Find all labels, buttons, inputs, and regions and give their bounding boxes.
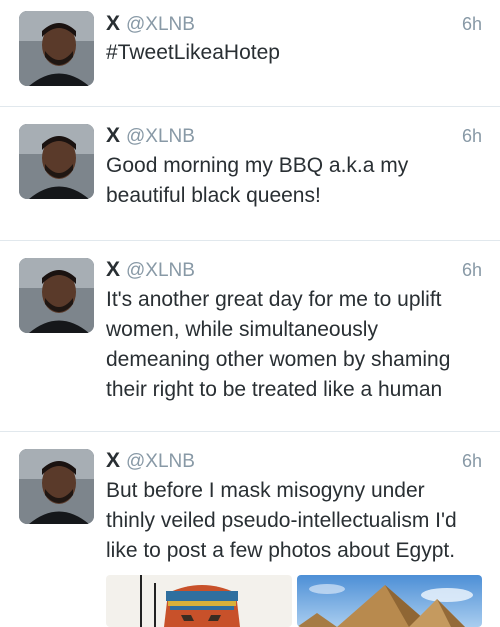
- avatar[interactable]: [19, 11, 94, 86]
- tweet-text: #TweetLikeaHotep: [106, 41, 280, 64]
- display-name[interactable]: X: [106, 258, 120, 281]
- tweet[interactable]: X @XLNB 6h It's another great day for me …: [0, 241, 500, 432]
- egyptian-figure-image[interactable]: [106, 575, 292, 627]
- username-handle[interactable]: @XLNB: [126, 260, 195, 281]
- display-name[interactable]: X: [106, 12, 120, 35]
- username-handle[interactable]: @XLNB: [126, 451, 195, 472]
- timestamp: 6h: [461, 451, 482, 471]
- display-name[interactable]: X: [106, 124, 120, 147]
- timestamp: 6h: [461, 126, 482, 146]
- tweet[interactable]: X @XLNB 6h Good morning my BBQ a.k.a my b…: [0, 107, 500, 241]
- tweet-text: But before I mask misogyny under thinly …: [106, 479, 457, 562]
- timestamp: 6h: [461, 260, 482, 280]
- display-name[interactable]: X: [106, 449, 120, 472]
- avatar[interactable]: [19, 449, 94, 524]
- tweet-text: Good morning my BBQ a.k.a my beautiful b…: [106, 154, 409, 207]
- timestamp: 6h: [461, 14, 482, 34]
- tweet-feed: X @XLNB 6h #TweetLikeaHotep X @XLNB 6h Goo…: [0, 0, 500, 627]
- tweet[interactable]: X @XLNB 6h #TweetLikeaHotep: [0, 0, 500, 107]
- pyramids-image[interactable]: [297, 575, 482, 627]
- username-handle[interactable]: @XLNB: [126, 126, 195, 147]
- username-handle[interactable]: @XLNB: [126, 14, 195, 35]
- avatar[interactable]: [19, 258, 94, 333]
- tweet-text: It's another great day for me to uplift …: [106, 288, 451, 401]
- avatar[interactable]: [19, 124, 94, 199]
